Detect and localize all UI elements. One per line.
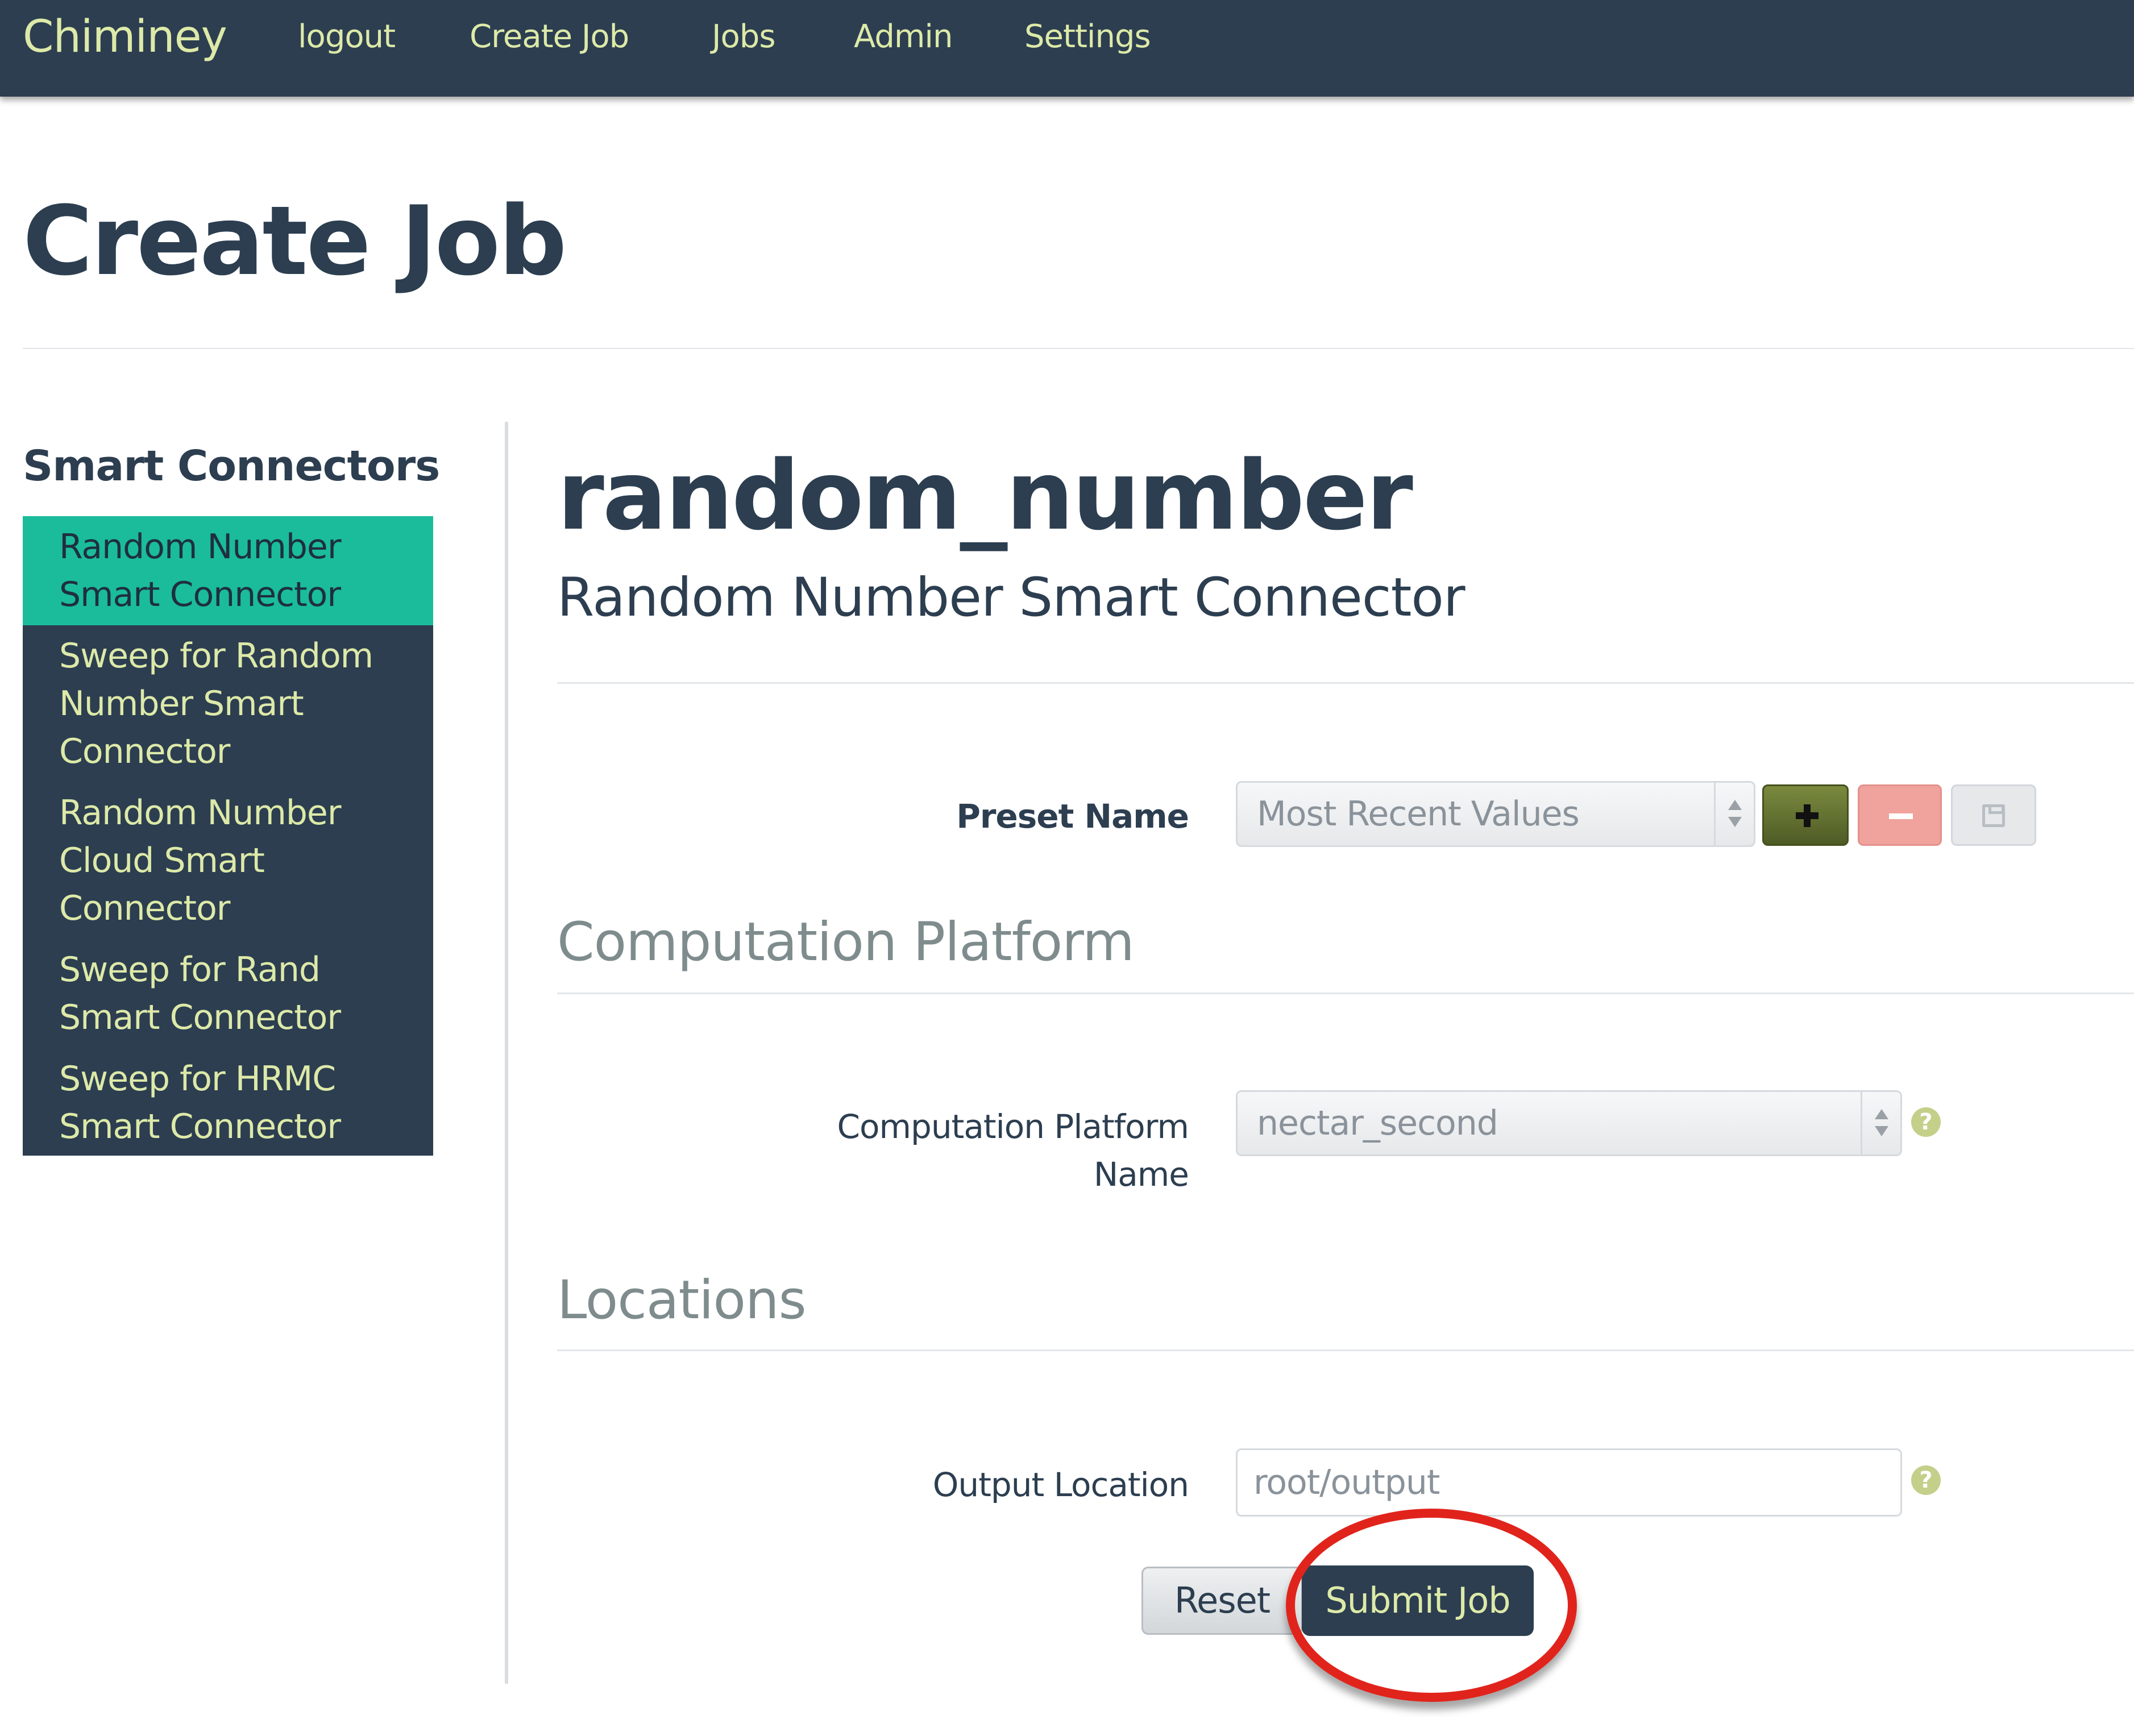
output-location-input[interactable] xyxy=(1236,1448,1902,1517)
section-locations: Locations xyxy=(557,1269,807,1331)
page-title: Create Job xyxy=(23,185,567,297)
help-icon[interactable]: ? xyxy=(1911,1107,1941,1137)
select-arrows-icon xyxy=(1714,783,1754,845)
computation-platform-value: nectar_second xyxy=(1257,1103,1498,1143)
section-divider xyxy=(557,1349,2134,1351)
nav-admin[interactable]: Admin xyxy=(854,0,953,74)
floppy-disk-icon xyxy=(1982,804,2005,827)
output-location-label: Output Location xyxy=(932,1465,1189,1504)
computation-platform-select[interactable]: nectar_second xyxy=(1236,1090,1902,1156)
minus-icon xyxy=(1889,813,1913,819)
connector-title: random_number xyxy=(557,440,1413,551)
reset-button[interactable]: Reset xyxy=(1141,1567,1303,1635)
brand-logo[interactable]: Chiminey xyxy=(23,0,227,74)
help-icon[interactable]: ? xyxy=(1911,1465,1941,1495)
computation-platform-label: Computation Platform Name xyxy=(837,1107,1189,1194)
nav-create-job[interactable]: Create Job xyxy=(470,0,629,74)
nav-jobs[interactable]: Jobs xyxy=(712,0,775,74)
top-navbar: Chiminey logout Create Job Jobs Admin Se… xyxy=(0,0,2134,97)
sidebar-item-random-number-cloud[interactable]: Random Number Cloud Smart Connector xyxy=(23,789,433,932)
preset-name-value: Most Recent Values xyxy=(1257,794,1580,834)
sidebar-item-sweep-random-number[interactable]: Sweep for Random Number Smart Connector xyxy=(23,632,433,775)
sidebar-item-random-number[interactable]: Random Number Smart Connector xyxy=(23,516,433,625)
sidebar-item-sweep-hrmc[interactable]: Sweep for HRMC Smart Connector xyxy=(23,1055,433,1151)
title-divider xyxy=(23,348,2134,349)
section-computation-platform: Computation Platform xyxy=(557,911,1135,973)
preset-name-select[interactable]: Most Recent Values xyxy=(1236,781,1755,847)
submit-job-button[interactable]: Submit Job xyxy=(1302,1565,1534,1636)
header-divider xyxy=(557,682,2134,684)
nav-settings[interactable]: Settings xyxy=(1024,0,1151,74)
sidebar-divider xyxy=(505,422,508,1684)
nav-logout[interactable]: logout xyxy=(298,0,396,74)
save-preset-button[interactable] xyxy=(1951,784,2036,846)
sidebar-item-sweep-rand[interactable]: Sweep for Rand Smart Connector xyxy=(23,946,433,1041)
section-divider xyxy=(557,992,2134,994)
select-arrows-icon xyxy=(1861,1092,1900,1154)
preset-name-label: Preset Name xyxy=(956,797,1189,836)
connector-subtitle: Random Number Smart Connector xyxy=(557,567,1465,629)
smart-connector-list: Random Number Smart Connector Sweep for … xyxy=(23,516,433,1156)
add-preset-button[interactable] xyxy=(1762,784,1849,846)
sidebar-heading: Smart Connectors xyxy=(23,442,440,491)
remove-preset-button[interactable] xyxy=(1858,784,1942,846)
